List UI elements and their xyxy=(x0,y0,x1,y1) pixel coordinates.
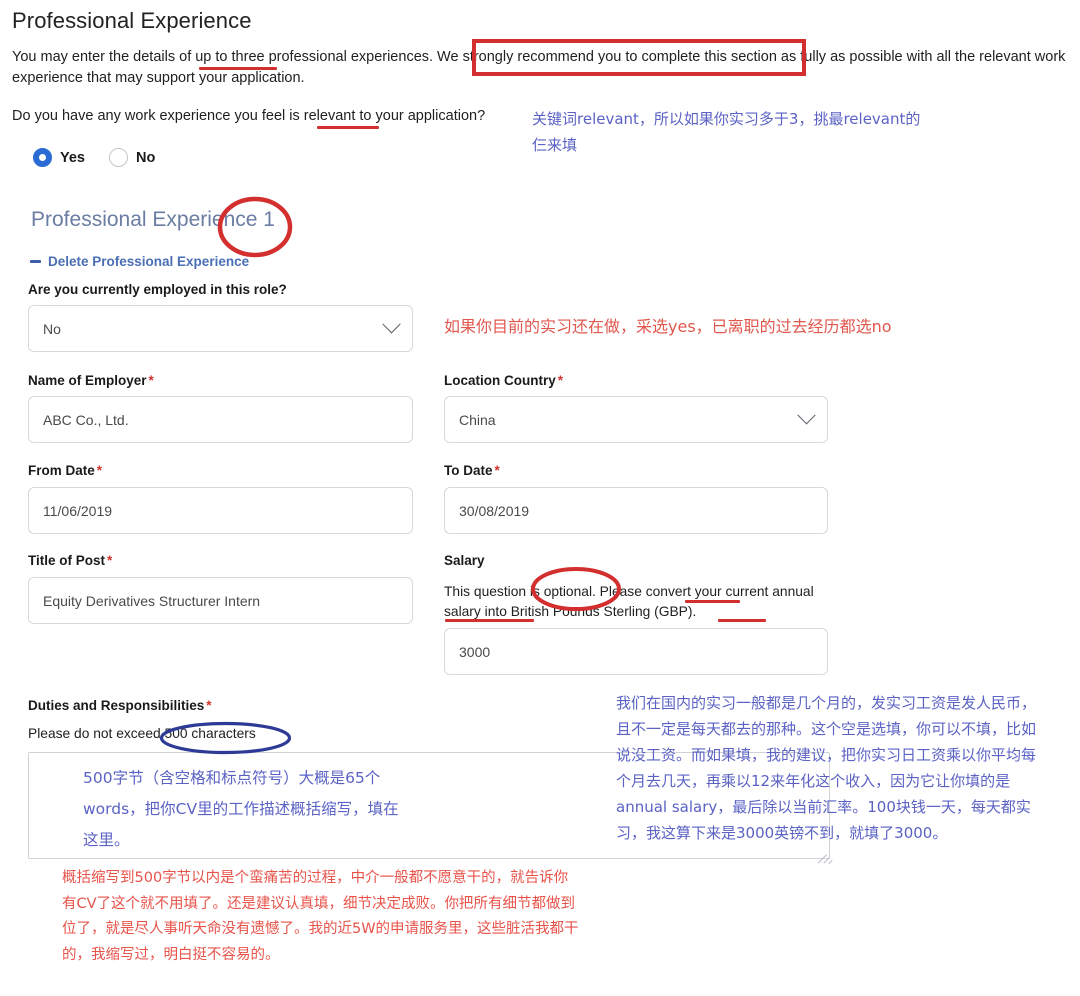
annotation-ellipse-optional xyxy=(531,567,621,611)
radio-no-icon[interactable] xyxy=(109,148,128,167)
annotation-salary-note: 我们在国内的实习一般都是几个月的，发实习工资是发人民币，且不一定是每天都去的那种… xyxy=(616,694,1037,842)
annotation-employed-note: 如果你目前的实习还在做，采选yes，已离职的过去经历都选no xyxy=(444,317,892,336)
annotation-relevant-note: 关键词relevant，所以如果你实习多于3，挑最relevant的仨来填 xyxy=(532,110,921,154)
radio-yes-label: Yes xyxy=(60,149,85,166)
salary-value: 3000 xyxy=(459,643,491,660)
work-experience-radio-group[interactable]: Yes No xyxy=(33,148,155,167)
location-country-dropdown[interactable]: China xyxy=(444,396,828,443)
annotation-ellipse-experience-number xyxy=(217,196,293,258)
title-of-post-input[interactable]: Equity Derivatives Structurer Intern xyxy=(28,577,413,624)
minus-icon xyxy=(30,260,41,263)
label-to-date: To Date * xyxy=(444,463,500,478)
from-date-input[interactable]: 11/06/2019 xyxy=(28,487,413,534)
label-duties-and-responsibilities: Duties and Responsibilities * xyxy=(28,698,212,713)
name-of-employer-value: ABC Co., Ltd. xyxy=(43,411,129,428)
required-asterisk: * xyxy=(107,553,113,568)
to-date-input[interactable]: 30/08/2019 xyxy=(444,487,828,534)
radio-option-no[interactable]: No xyxy=(109,148,155,167)
required-asterisk: * xyxy=(494,463,500,478)
name-of-employer-input[interactable]: ABC Co., Ltd. xyxy=(28,396,413,443)
required-asterisk: * xyxy=(96,463,103,478)
chevron-down-icon xyxy=(382,315,401,334)
duties-textarea-value: 500字节（含空格和标点符号）大概是65个words，把你CV里的工作描述概括缩… xyxy=(83,769,399,849)
label-location-country: Location Country * xyxy=(444,373,564,388)
radio-option-yes[interactable]: Yes xyxy=(33,148,85,167)
annotation-underline-convert xyxy=(685,600,740,603)
radio-yes-icon[interactable] xyxy=(33,148,52,167)
location-country-value: China xyxy=(459,411,496,428)
annotation-underline-gbp xyxy=(718,619,766,622)
annotation-underline-up-to-three xyxy=(199,67,277,70)
salary-input[interactable]: 3000 xyxy=(444,628,828,675)
currently-employed-value: No xyxy=(43,320,61,337)
salary-help-text: This question is optional. Please conver… xyxy=(444,584,814,619)
work-experience-question: Do you have any work experience you feel… xyxy=(12,108,486,124)
label-currently-employed: Are you currently employed in this role? xyxy=(28,282,287,297)
label-from-date: From Date * xyxy=(28,463,103,478)
title-of-post-value: Equity Derivatives Structurer Intern xyxy=(43,592,261,609)
annotation-bottom-note: 概括缩写到500字节以内是个蛮痛苦的过程，中介一般都不愿意干的，就告诉你有CV了… xyxy=(62,870,579,963)
annotation-red-rectangle xyxy=(472,39,806,76)
annotation-ellipse-500-characters xyxy=(159,721,292,755)
required-asterisk: * xyxy=(206,698,212,713)
chevron-down-icon xyxy=(797,406,816,425)
label-salary: Salary xyxy=(444,553,485,568)
radio-no-label: No xyxy=(136,149,156,166)
annotation-underline-relevant xyxy=(317,126,379,129)
label-name-of-employer: Name of Employer * xyxy=(28,373,154,388)
page-title: Professional Experience xyxy=(12,8,252,33)
from-date-value: 11/06/2019 xyxy=(43,502,113,519)
required-asterisk: * xyxy=(557,373,564,388)
to-date-value: 30/08/2019 xyxy=(459,502,530,519)
required-asterisk: * xyxy=(148,373,154,388)
label-title-of-post: Title of Post * xyxy=(28,553,113,568)
currently-employed-dropdown[interactable]: No xyxy=(28,305,413,352)
annotation-underline-annual-salary xyxy=(445,619,534,622)
